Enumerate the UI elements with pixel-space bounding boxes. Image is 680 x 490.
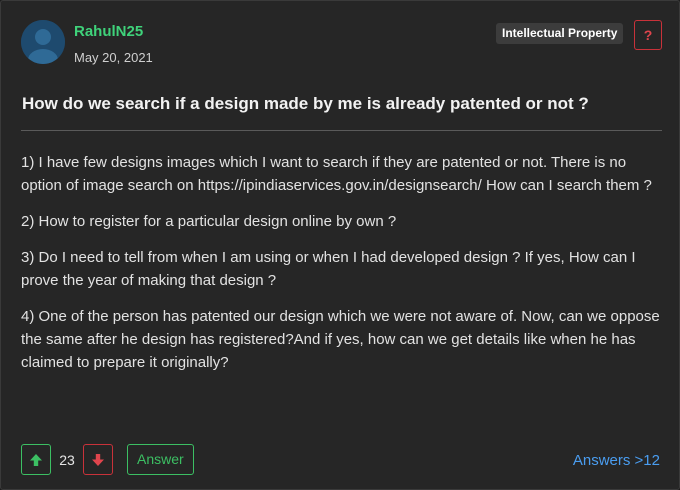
question-body: 1) I have few designs images which I wan… xyxy=(21,151,661,387)
author-name[interactable]: RahulN25 xyxy=(74,23,143,40)
vote-count: 23 xyxy=(59,451,75,468)
answers-link[interactable]: Answers >12 xyxy=(573,452,660,469)
question-icon: ? xyxy=(643,27,653,43)
question-title: How do we search if a design made by me … xyxy=(22,94,589,113)
downvote-button[interactable] xyxy=(83,444,113,475)
answer-button[interactable]: Answer xyxy=(127,444,194,475)
divider xyxy=(21,130,662,131)
question-card: RahulN25 May 20, 2021 Intellectual Prope… xyxy=(0,0,680,490)
body-paragraph: 2) How to register for a particular desi… xyxy=(21,213,397,230)
avatar-icon xyxy=(21,20,65,64)
post-date: May 20, 2021 xyxy=(74,50,153,65)
body-paragraph: 1) I have few designs images which I wan… xyxy=(21,154,652,194)
report-button[interactable]: ? xyxy=(634,20,662,50)
arrow-down-icon xyxy=(92,453,104,466)
body-paragraph: 3) Do I need to tell from when I am usin… xyxy=(21,249,636,289)
arrow-up-icon xyxy=(30,453,42,466)
avatar[interactable] xyxy=(21,20,65,64)
category-tag[interactable]: Intellectual Property xyxy=(496,23,624,44)
body-paragraph: 4) One of the person has patented our de… xyxy=(21,308,660,371)
vote-controls: 23 xyxy=(21,444,113,475)
upvote-button[interactable] xyxy=(21,444,51,475)
